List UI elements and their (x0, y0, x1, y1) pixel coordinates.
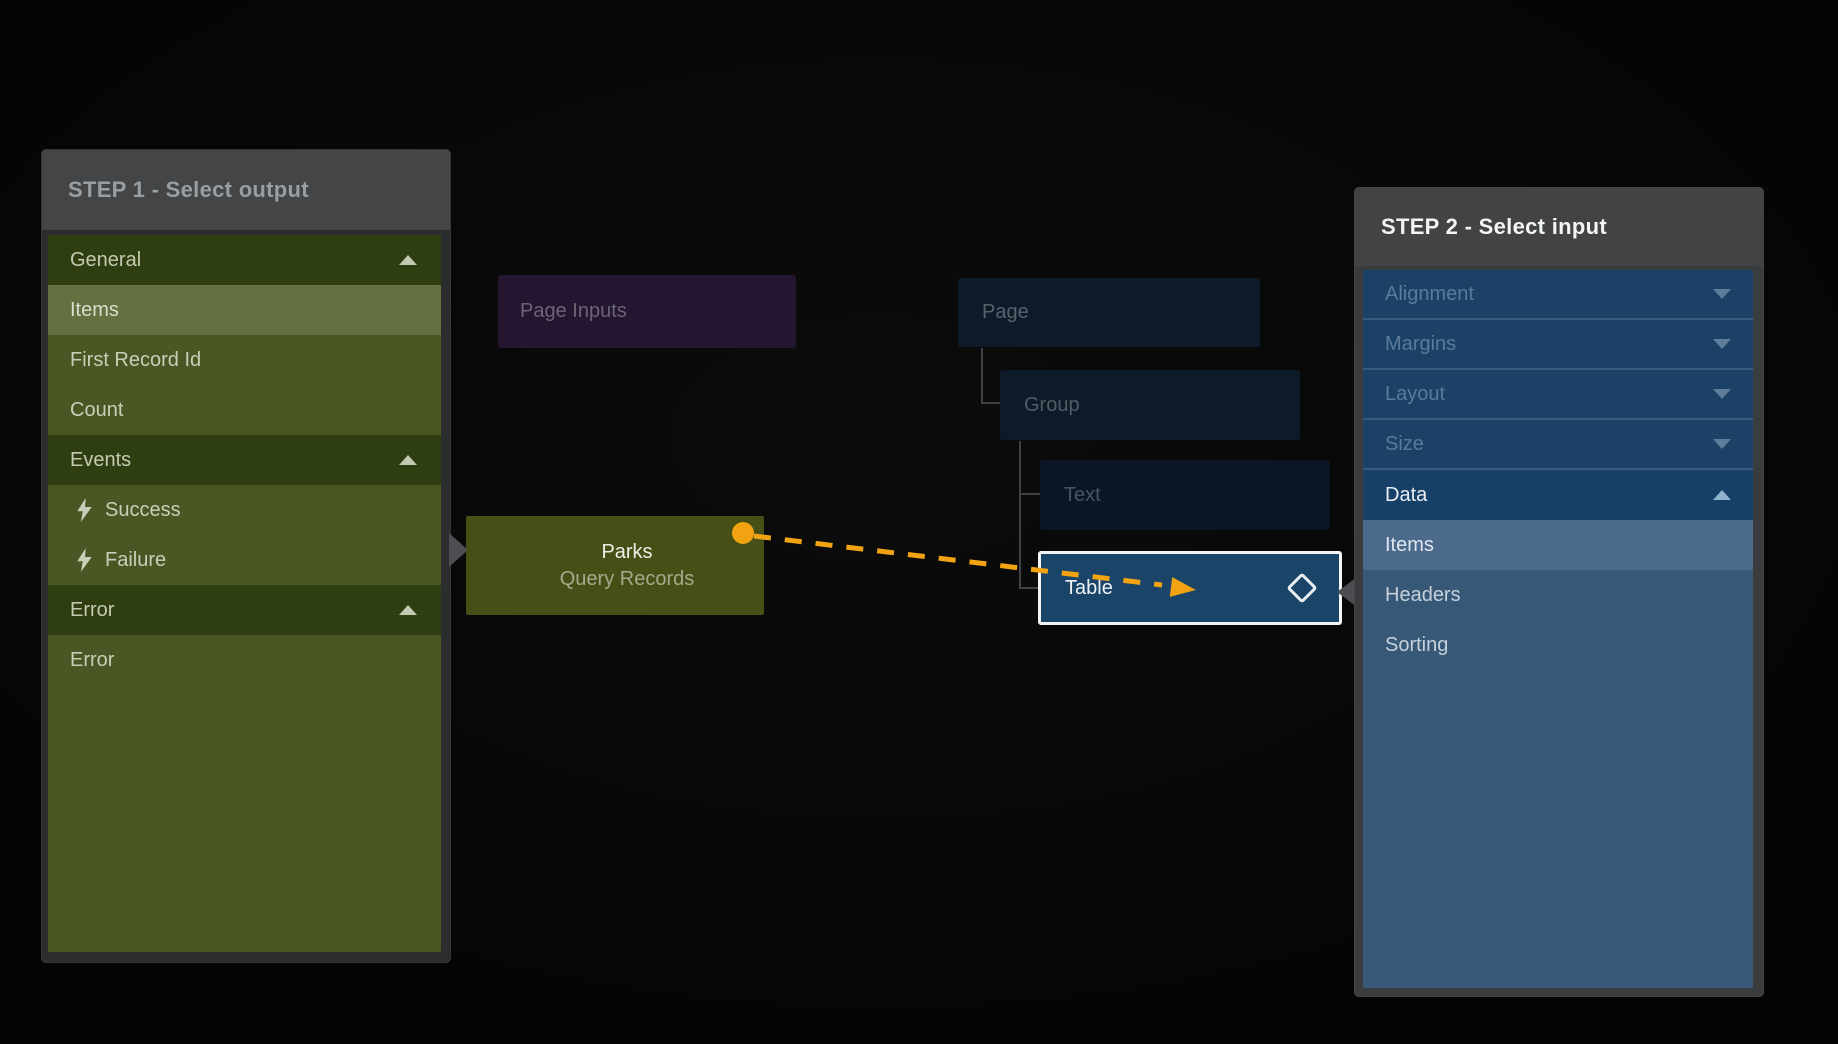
step1-output-list: General Items First Record Id Count Even… (48, 235, 441, 952)
step2-panel-title: STEP 2 - Select input (1355, 188, 1763, 266)
input-section-label: Size (1385, 433, 1424, 456)
output-item-first-record-id[interactable]: First Record Id (48, 335, 441, 385)
output-section-general[interactable]: General (48, 235, 441, 285)
input-section-label: Data (1385, 484, 1427, 507)
input-item-label: Headers (1385, 584, 1461, 607)
diamond-drop-target-icon (1286, 572, 1317, 603)
input-item-sorting[interactable]: Sorting (1363, 620, 1753, 670)
tree-node-group[interactable]: Group (1000, 370, 1300, 440)
chevron-up-icon[interactable] (1713, 490, 1731, 500)
output-event-label: Failure (105, 549, 166, 572)
chevron-down-icon[interactable] (1713, 439, 1731, 449)
input-section-label: Layout (1385, 383, 1445, 406)
output-item-label: Count (70, 399, 123, 422)
chevron-down-icon[interactable] (1713, 289, 1731, 299)
tree-node-label: Page (982, 301, 1029, 324)
output-section-label: Events (70, 449, 131, 472)
panel-connector-arrow-left (1337, 577, 1357, 607)
tree-node-table-selected[interactable]: Table (1038, 551, 1342, 625)
output-item-error[interactable]: Error (48, 635, 441, 685)
output-section-label: Error (70, 599, 114, 622)
chevron-down-icon[interactable] (1713, 389, 1731, 399)
input-section-size[interactable]: Size (1363, 420, 1753, 470)
output-section-label: General (70, 249, 141, 272)
tree-node-label: Text (1064, 484, 1101, 507)
bolt-icon (77, 498, 92, 522)
chevron-down-icon[interactable] (1713, 339, 1731, 349)
tree-node-text[interactable]: Text (1040, 460, 1330, 530)
input-section-data[interactable]: Data (1363, 470, 1753, 520)
input-section-layout[interactable]: Layout (1363, 370, 1753, 420)
parks-node-title: Parks (601, 539, 652, 566)
input-section-label: Alignment (1385, 283, 1474, 306)
tree-elbow-group-table (1020, 441, 1038, 588)
step1-panel: STEP 1 - Select output General Items Fir… (42, 150, 450, 962)
output-item-label: Items (70, 299, 119, 322)
input-section-label: Margins (1385, 333, 1456, 356)
bolt-icon (77, 548, 92, 572)
input-item-label: Sorting (1385, 634, 1448, 657)
output-item-label: Error (70, 649, 114, 672)
input-section-alignment[interactable]: Alignment (1363, 270, 1753, 320)
output-section-error[interactable]: Error (48, 585, 441, 635)
tree-node-label: Group (1024, 394, 1080, 417)
page-inputs-node[interactable]: Page Inputs (498, 275, 796, 348)
tree-node-page[interactable]: Page (958, 278, 1260, 347)
output-section-events[interactable]: Events (48, 435, 441, 485)
parks-node-subtitle: Query Records (560, 566, 695, 593)
output-event-label: Success (105, 499, 181, 522)
tree-node-label: Table (1065, 577, 1113, 600)
output-item-label: First Record Id (70, 349, 201, 372)
chevron-up-icon[interactable] (399, 455, 417, 465)
tree-elbow-page-group (982, 348, 1000, 403)
output-event-failure[interactable]: Failure (48, 535, 441, 585)
input-item-label: Items (1385, 534, 1434, 557)
chevron-up-icon[interactable] (399, 255, 417, 265)
parks-query-records-node[interactable]: Parks Query Records (466, 516, 764, 615)
input-section-margins[interactable]: Margins (1363, 320, 1753, 370)
step1-panel-title: STEP 1 - Select output (42, 150, 450, 230)
input-item-headers[interactable]: Headers (1363, 570, 1753, 620)
step2-panel: STEP 2 - Select input Alignment Margins … (1355, 188, 1763, 996)
input-item-items[interactable]: Items (1363, 520, 1753, 570)
flow-canvas: STEP 1 - Select output General Items Fir… (0, 0, 1838, 1044)
output-event-success[interactable]: Success (48, 485, 441, 535)
output-item-count[interactable]: Count (48, 385, 441, 435)
step2-input-list: Alignment Margins Layout Size Data Items (1363, 270, 1753, 988)
chevron-up-icon[interactable] (399, 605, 417, 615)
output-item-items[interactable]: Items (48, 285, 441, 335)
page-inputs-label: Page Inputs (520, 300, 627, 323)
